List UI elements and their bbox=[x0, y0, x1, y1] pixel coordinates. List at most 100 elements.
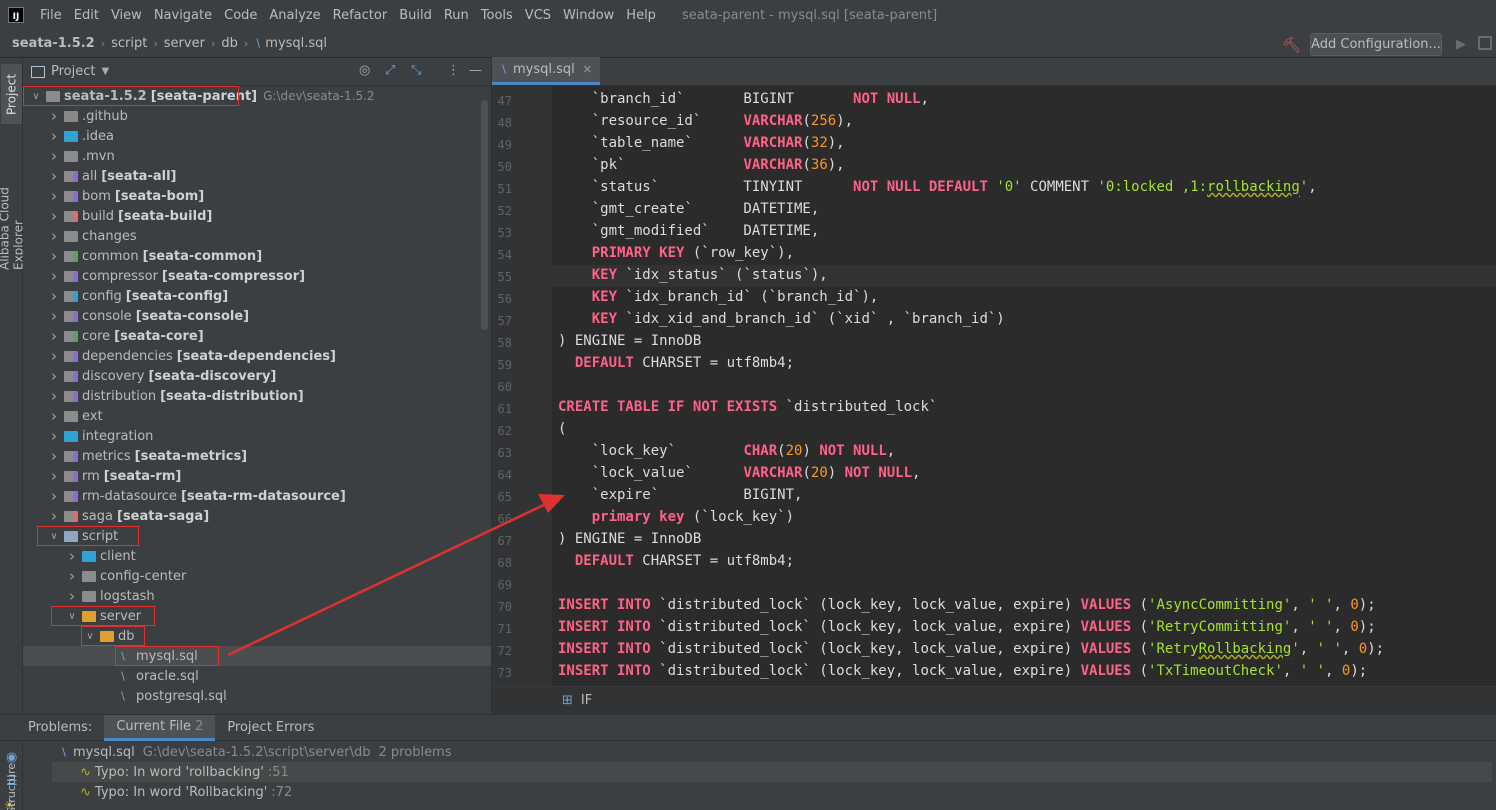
code-line[interactable]: `table_name` VARCHAR(32), bbox=[558, 135, 845, 151]
more-options-icon[interactable]: ⋮ bbox=[447, 63, 460, 78]
menu-run[interactable]: Run bbox=[438, 8, 475, 23]
chevron-right-icon[interactable]: › bbox=[47, 107, 61, 125]
code-line[interactable]: `branch_id` BIGINT NOT NULL, bbox=[558, 91, 929, 107]
structure-tab-vertical[interactable]: Structure bbox=[0, 755, 23, 810]
breadcrumb-item[interactable]: script bbox=[111, 36, 147, 51]
expand-all-icon[interactable]: ⤢ bbox=[385, 63, 395, 78]
menu-view[interactable]: View bbox=[105, 8, 148, 23]
chevron-right-icon[interactable]: › bbox=[47, 447, 61, 465]
chevron-right-icon[interactable]: › bbox=[47, 407, 61, 425]
tree-item-ext[interactable]: › ext bbox=[23, 406, 491, 426]
tree-item-config[interactable]: › config [seata-config] bbox=[23, 286, 491, 306]
chevron-right-icon[interactable]: › bbox=[65, 547, 79, 565]
chevron-right-icon[interactable]: › bbox=[65, 567, 79, 585]
tree-item-discovery[interactable]: › discovery [seata-discovery] bbox=[23, 366, 491, 386]
chevron-right-icon[interactable]: › bbox=[47, 467, 61, 485]
code-line[interactable]: `lock_key` CHAR(20) NOT NULL, bbox=[558, 443, 895, 459]
collapse-all-icon[interactable]: ⤡ bbox=[411, 63, 421, 78]
code-line[interactable]: INSERT INTO `distributed_lock` (lock_key… bbox=[558, 597, 1376, 613]
chevron-right-icon[interactable]: › bbox=[47, 227, 61, 245]
tab-alibaba-cloud-explorer[interactable]: Alibaba Cloud Explorer bbox=[0, 140, 26, 270]
chevron-right-icon[interactable]: › bbox=[47, 187, 61, 205]
close-icon[interactable]: ✕ bbox=[583, 63, 592, 76]
breadcrumb-item[interactable]: db bbox=[221, 36, 238, 51]
chevron-right-icon[interactable]: › bbox=[47, 487, 61, 505]
code-line[interactable]: `gmt_create` DATETIME, bbox=[558, 201, 820, 217]
problem-item[interactable]: ∿ Typo: In word 'Rollbacking':72 bbox=[52, 782, 1492, 802]
problems-file-row[interactable]: ∖ mysql.sql G:\dev\seata-1.5.2\script\se… bbox=[52, 742, 1492, 762]
tree-item-all[interactable]: › all [seata-all] bbox=[23, 166, 491, 186]
tree-item-mysql-sql[interactable]: ∖ mysql.sql bbox=[23, 646, 491, 666]
project-panel-title[interactable]: Project bbox=[51, 64, 95, 79]
code-line[interactable]: KEY `idx_xid_and_branch_id` (`xid` , `br… bbox=[558, 311, 1005, 327]
menu-help[interactable]: Help bbox=[620, 8, 662, 23]
menu-analyze[interactable]: Analyze bbox=[263, 8, 326, 23]
chevron-right-icon[interactable]: › bbox=[47, 167, 61, 185]
chevron-right-icon[interactable]: › bbox=[47, 307, 61, 325]
menu-file[interactable]: File bbox=[34, 8, 68, 23]
code-line[interactable]: primary key (`lock_key`) bbox=[558, 509, 794, 525]
tree-item-console[interactable]: › console [seata-console] bbox=[23, 306, 491, 326]
tree-item-metrics[interactable]: › metrics [seata-metrics] bbox=[23, 446, 491, 466]
tab-project-vertical[interactable]: Project bbox=[1, 64, 22, 124]
code-line[interactable]: `expire` BIGINT, bbox=[558, 487, 803, 503]
tree-item--mvn[interactable]: › .mvn bbox=[23, 146, 491, 166]
menu-refactor[interactable]: Refactor bbox=[327, 8, 394, 23]
chevron-right-icon[interactable]: › bbox=[47, 247, 61, 265]
problem-item[interactable]: ∿ Typo: In word 'rollbacking':51 bbox=[52, 762, 1492, 782]
code-line[interactable]: DEFAULT CHARSET = utf8mb4; bbox=[558, 553, 794, 569]
tree-item-rm[interactable]: › rm [seata-rm] bbox=[23, 466, 491, 486]
chevron-right-icon[interactable]: › bbox=[47, 287, 61, 305]
menu-tools[interactable]: Tools bbox=[475, 8, 519, 23]
build-hammer-icon[interactable]: 🔨︎ bbox=[1282, 36, 1301, 54]
code-line[interactable]: `resource_id` VARCHAR(256), bbox=[558, 113, 853, 129]
tree-item-client[interactable]: › client bbox=[23, 546, 491, 566]
breadcrumb-item[interactable]: seata-1.5.2 bbox=[12, 36, 95, 51]
tree-item-bom[interactable]: › bom [seata-bom] bbox=[23, 186, 491, 206]
chevron-right-icon[interactable]: › bbox=[47, 147, 61, 165]
breadcrumb-item[interactable]: mysql.sql bbox=[265, 36, 327, 51]
tree-item-build[interactable]: › build [seata-build] bbox=[23, 206, 491, 226]
tree-item-integration[interactable]: › integration bbox=[23, 426, 491, 446]
code-line[interactable]: CREATE TABLE IF NOT EXISTS `distributed_… bbox=[558, 399, 937, 415]
hide-panel-icon[interactable]: — bbox=[469, 63, 482, 78]
code-line[interactable]: ( bbox=[558, 421, 566, 437]
menu-build[interactable]: Build bbox=[393, 8, 438, 23]
locate-target-icon[interactable]: ◎ bbox=[359, 63, 370, 78]
code-line[interactable]: `gmt_modified` DATETIME, bbox=[558, 223, 820, 239]
chevron-right-icon[interactable]: › bbox=[65, 587, 79, 605]
chevron-right-icon[interactable]: › bbox=[47, 367, 61, 385]
code-line[interactable]: `lock_value` VARCHAR(20) NOT NULL, bbox=[558, 465, 921, 481]
code-line[interactable]: INSERT INTO `distributed_lock` (lock_key… bbox=[558, 641, 1384, 657]
tree-item-logstash[interactable]: › logstash bbox=[23, 586, 491, 606]
code-line[interactable]: INSERT INTO `distributed_lock` (lock_key… bbox=[558, 663, 1367, 679]
breadcrumb-item[interactable]: server bbox=[164, 36, 205, 51]
code-line[interactable]: KEY `idx_status` (`status`), bbox=[558, 267, 828, 283]
code-line[interactable]: `pk` VARCHAR(36), bbox=[558, 157, 845, 173]
menu-navigate[interactable]: Navigate bbox=[148, 8, 218, 23]
tab-current-file[interactable]: Current File 2 bbox=[104, 714, 216, 741]
tree-item--idea[interactable]: › .idea bbox=[23, 126, 491, 146]
tree-item-rm-datasource[interactable]: › rm-datasource [seata-rm-datasource] bbox=[23, 486, 491, 506]
menu-window[interactable]: Window bbox=[557, 8, 620, 23]
tree-item-distribution[interactable]: › distribution [seata-distribution] bbox=[23, 386, 491, 406]
chevron-right-icon[interactable]: › bbox=[47, 127, 61, 145]
tree-item--github[interactable]: › .github bbox=[23, 106, 491, 126]
add-configuration-button[interactable]: Add Configuration... bbox=[1310, 33, 1442, 56]
tree-item-saga[interactable]: › saga [seata-saga] bbox=[23, 506, 491, 526]
tree-item-oracle-sql[interactable]: ∖ oracle.sql bbox=[23, 666, 491, 686]
code-line[interactable]: ) ENGINE = InnoDB bbox=[558, 531, 701, 547]
chevron-right-icon[interactable]: › bbox=[47, 347, 61, 365]
code-line[interactable]: PRIMARY KEY (`row_key`), bbox=[558, 245, 794, 261]
code-line[interactable]: DEFAULT CHARSET = utf8mb4; bbox=[558, 355, 794, 371]
chevron-down-icon[interactable]: ▼ bbox=[101, 66, 109, 77]
tree-item-changes[interactable]: › changes bbox=[23, 226, 491, 246]
menu-edit[interactable]: Edit bbox=[68, 8, 105, 23]
tree-item-common[interactable]: › common [seata-common] bbox=[23, 246, 491, 266]
tree-item-config-center[interactable]: › config-center bbox=[23, 566, 491, 586]
code-line[interactable]: INSERT INTO `distributed_lock` (lock_key… bbox=[558, 619, 1376, 635]
chevron-right-icon[interactable]: › bbox=[47, 507, 61, 525]
tree-item-postgresql-sql[interactable]: ∖ postgresql.sql bbox=[23, 686, 491, 706]
tree-item-compressor[interactable]: › compressor [seata-compressor] bbox=[23, 266, 491, 286]
footer-label[interactable]: IF bbox=[581, 693, 592, 708]
